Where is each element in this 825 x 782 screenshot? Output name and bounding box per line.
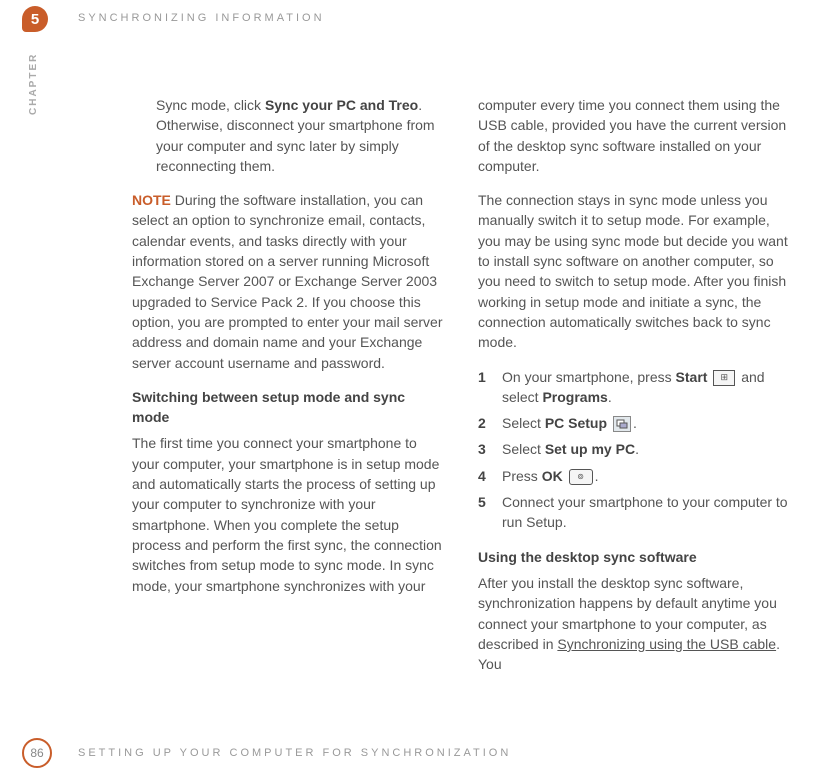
list-item: 4 Press OK ⊚. <box>478 466 792 486</box>
column-right: computer every time you connect them usi… <box>478 95 792 688</box>
note-body: During the software installation, you ca… <box>132 192 443 370</box>
list-item: 3 Select Set up my PC. <box>478 439 792 459</box>
bold-text: OK <box>542 468 563 484</box>
step-text: Select Set up my PC. <box>502 439 792 459</box>
step-number: 4 <box>478 466 502 486</box>
list-item: 1 On your smartphone, press Start ⊞ and … <box>478 367 792 408</box>
subheading-switching-modes: Switching between setup mode and sync mo… <box>132 387 446 428</box>
text: On your smartphone, press <box>502 369 676 385</box>
chapter-side-label: CHAPTER <box>28 53 39 115</box>
text: Press <box>502 468 542 484</box>
note-label: NOTE <box>132 192 171 208</box>
text: . <box>635 441 639 457</box>
paragraph-after-install: After you install the desktop sync softw… <box>478 573 792 674</box>
bold-text: Sync your PC and Treo <box>265 97 418 113</box>
text: . <box>608 389 612 405</box>
step-text: Press OK ⊚. <box>502 466 792 486</box>
step-text: Connect your smartphone to your computer… <box>502 492 792 533</box>
note-paragraph: NOTE During the software installation, y… <box>132 190 446 373</box>
text: Sync mode, click <box>156 97 265 113</box>
step-text: On your smartphone, press Start ⊞ and se… <box>502 367 792 408</box>
paragraph-sync-mode: Sync mode, click Sync your PC and Treo. … <box>132 95 446 176</box>
step-text: Select PC Setup . <box>502 413 792 433</box>
chapter-number-badge: 5 <box>22 6 48 32</box>
ok-icon: ⊚ <box>569 469 593 485</box>
list-item: 2 Select PC Setup . <box>478 413 792 433</box>
paragraph-first-connect: The first time you connect your smartpho… <box>132 433 446 595</box>
step-number: 3 <box>478 439 502 459</box>
page-content: Sync mode, click Sync your PC and Treo. … <box>132 95 792 688</box>
text: Select <box>502 415 545 431</box>
bold-text: Start <box>676 369 708 385</box>
step-number: 1 <box>478 367 502 408</box>
bold-text: Set up my PC <box>545 441 635 457</box>
steps-list: 1 On your smartphone, press Start ⊞ and … <box>478 367 792 533</box>
list-item: 5 Connect your smartphone to your comput… <box>478 492 792 533</box>
text: . <box>633 415 637 431</box>
pc-setup-icon <box>613 416 631 432</box>
paragraph-connection-stays: The connection stays in sync mode unless… <box>478 190 792 352</box>
text: . <box>595 468 599 484</box>
page-header-title: SYNCHRONIZING INFORMATION <box>78 12 325 24</box>
step-number: 2 <box>478 413 502 433</box>
step-number: 5 <box>478 492 502 533</box>
page-number-badge: 86 <box>22 738 52 768</box>
bold-text: PC Setup <box>545 415 607 431</box>
text: Select <box>502 441 545 457</box>
subheading-desktop-sync: Using the desktop sync software <box>478 547 792 567</box>
bold-text: Programs <box>542 389 607 405</box>
page-footer-title: SETTING UP YOUR COMPUTER FOR SYNCHRONIZA… <box>78 747 511 759</box>
start-icon: ⊞ <box>713 370 735 386</box>
column-left: Sync mode, click Sync your PC and Treo. … <box>132 95 446 688</box>
paragraph-computer-connect: computer every time you connect them usi… <box>478 95 792 176</box>
link-sync-usb[interactable]: Synchronizing using the USB cable <box>557 636 776 652</box>
